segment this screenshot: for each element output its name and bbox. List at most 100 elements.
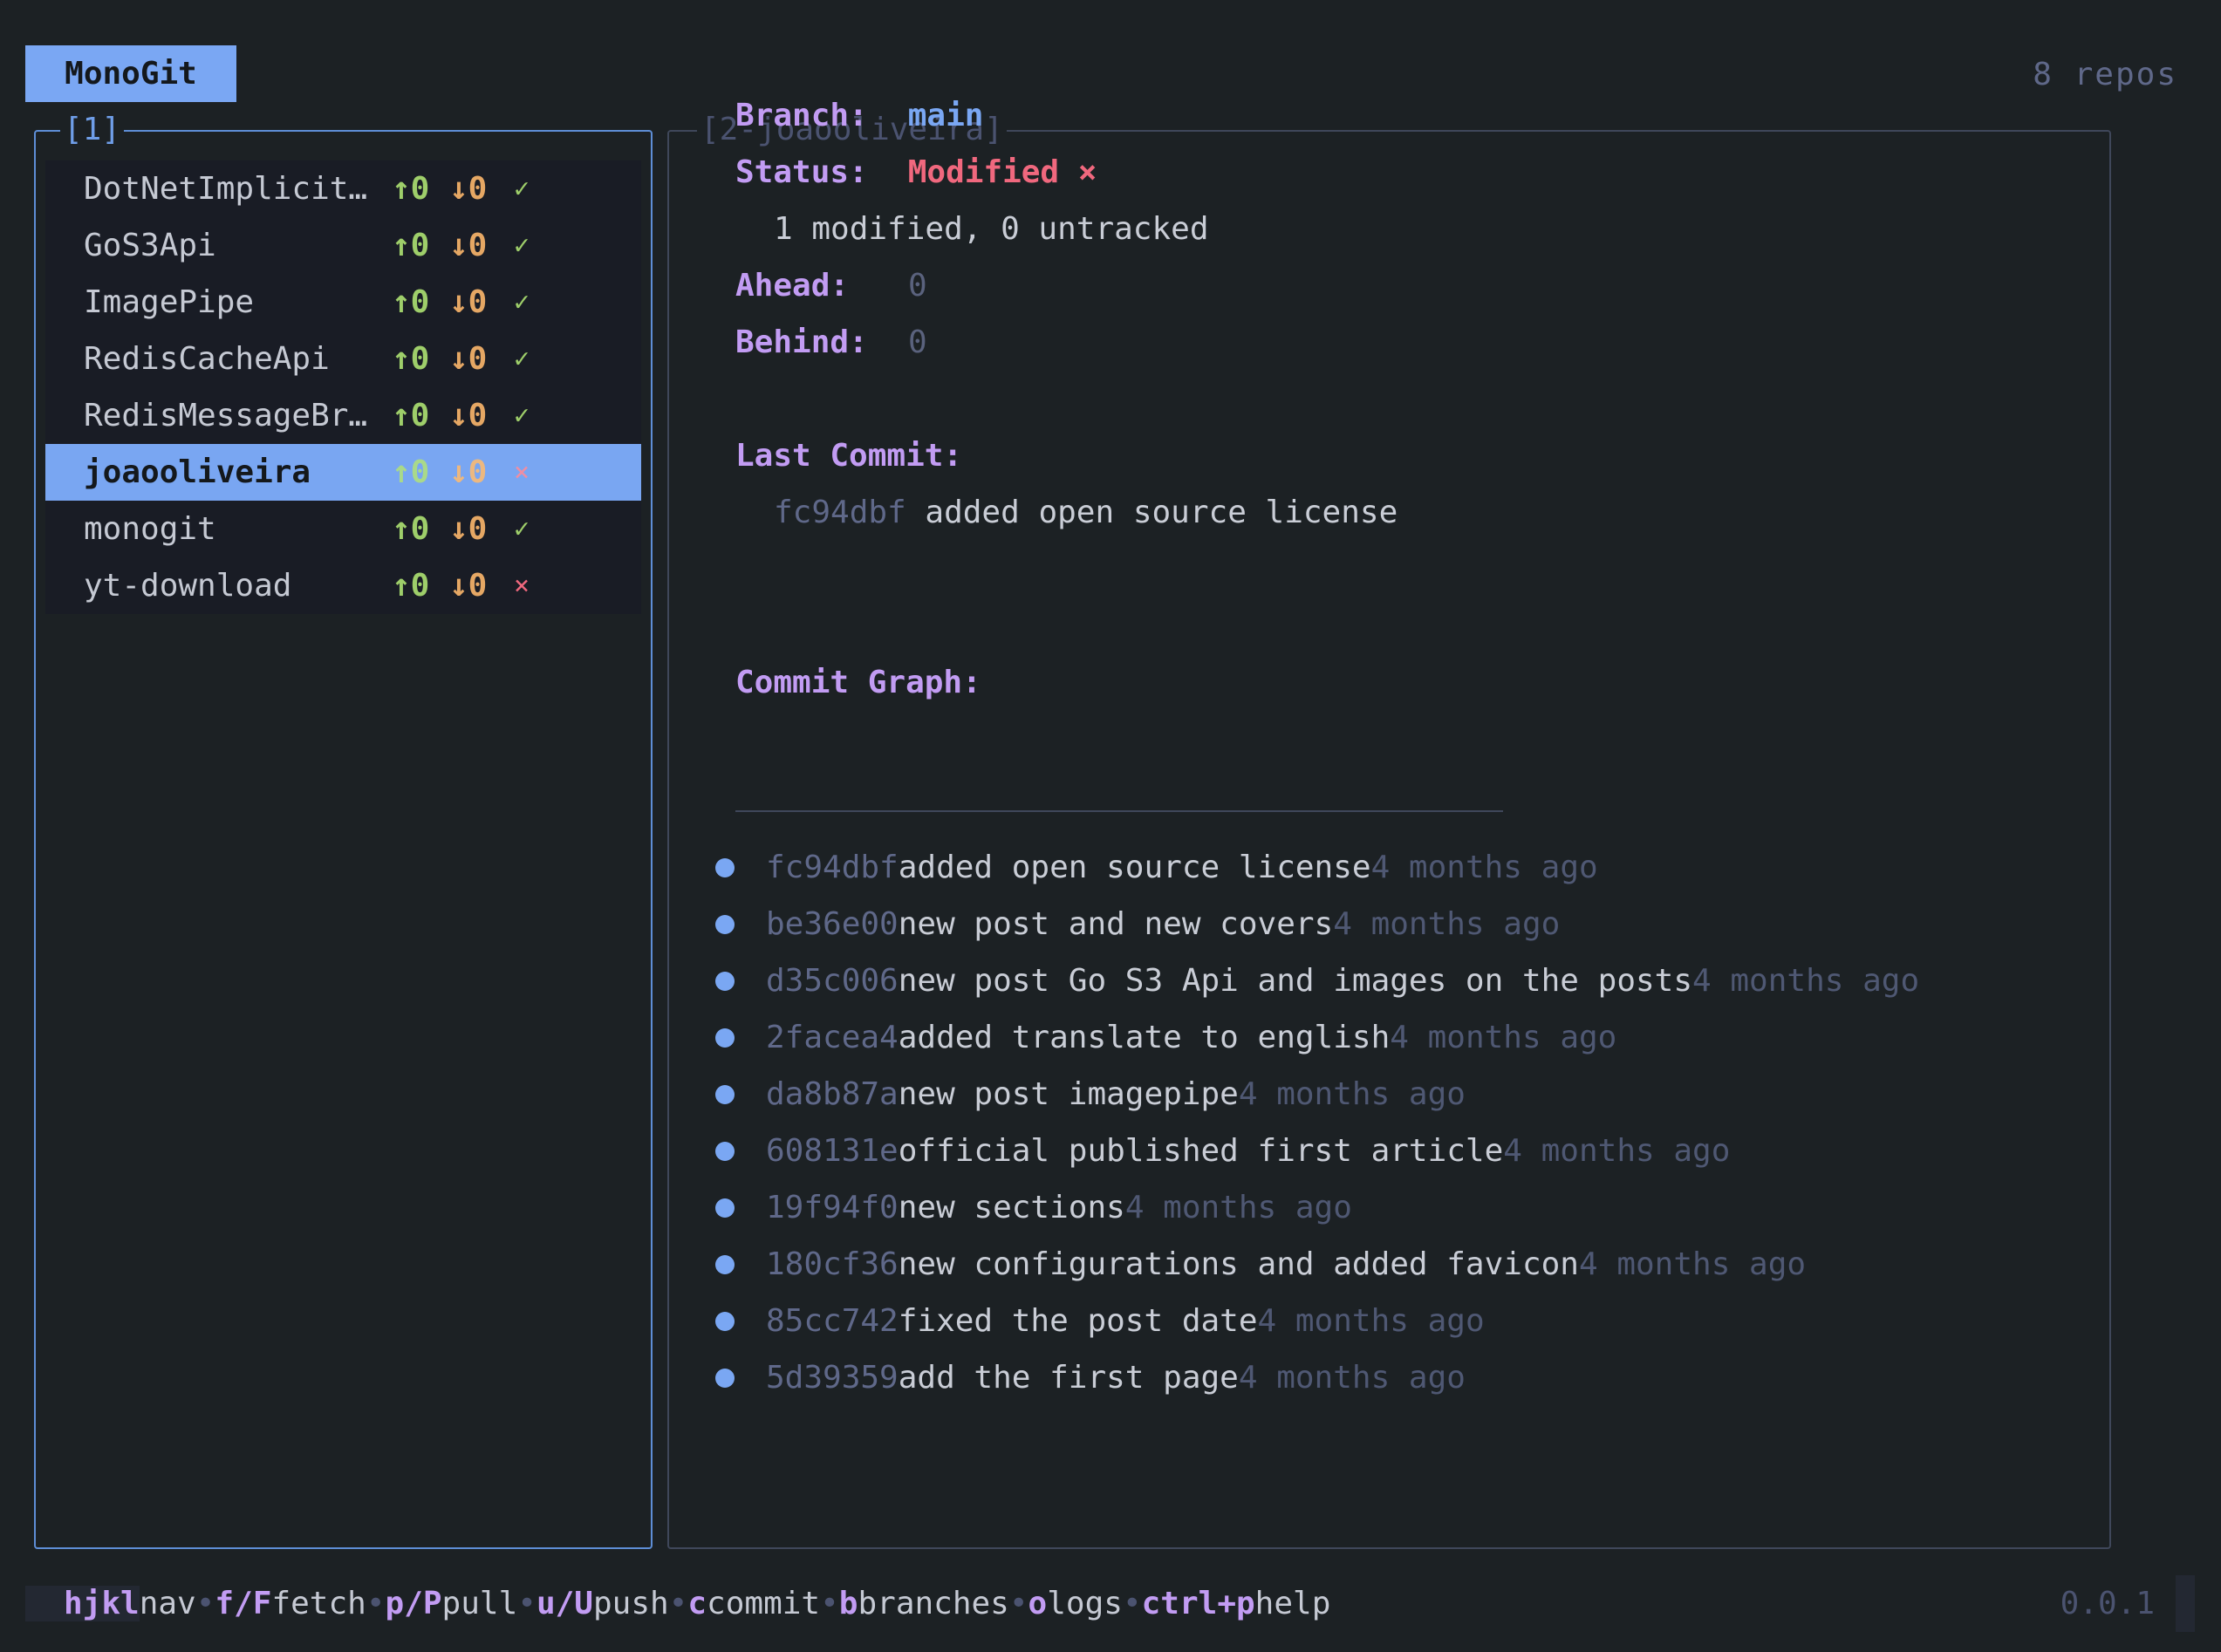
key-separator: • [517,1586,536,1621]
behind-value: 0 [908,324,927,360]
repo-list: DotNetImplicit… ↑0 ↓0 ✓ GoS3Api ↑0 ↓0 ✓ ImagePip… [45,160,641,614]
commit-hash: fc94dbf [766,850,899,885]
keybinding-key: b [838,1586,858,1621]
commit-dot-icon [715,1141,735,1161]
key-separator: • [1122,1586,1142,1621]
keybinding-description: branches [858,1586,1009,1621]
cross-icon: × [514,570,530,601]
repo-name: DotNetImplicit… [84,171,368,207]
commit-hash: da8b87a [766,1076,899,1112]
repo-item[interactable]: DotNetImplicit… ↑0 ↓0 ✓ [45,160,641,217]
commit-message: official published first article [898,1133,1504,1169]
keybinding-description: logs [1047,1586,1123,1621]
key-separator: • [1008,1586,1028,1621]
repo-count: 8 repos [2033,57,2177,92]
commit-message: new configurations and added favicon [898,1246,1579,1282]
check-icon: ✓ [514,344,530,374]
commit-message: new post imagepipe [898,1076,1239,1112]
repo-panel-title: [1] [60,109,125,151]
commit-hash: 608131e [766,1133,899,1169]
commit-dot-icon [715,857,735,877]
behind-label: Behind: [735,324,868,360]
commit-time: 4 months ago [1238,1360,1466,1396]
commit-row[interactable]: 5d39359 add the first page 4 months ago [715,1349,1466,1406]
repo-item[interactable]: GoS3Api ↑0 ↓0 ✓ [45,217,641,274]
commit-dot-icon [715,1254,735,1274]
behind-count: ↓0 [449,568,488,604]
keybinding-key: hjkl [25,1586,140,1621]
repo-item[interactable]: joaooliveira ↑0 ↓0 × [45,444,641,501]
ahead-count: ↑0 [392,171,430,207]
keybinding-key: f/F [215,1586,272,1621]
commit-row[interactable]: 85cc742 fixed the post date 4 months ago [715,1293,1485,1349]
repo-name: yt-download [84,568,292,604]
app-version: 0.0.1 [2060,1586,2155,1621]
behind-row: Behind: 0 [735,314,927,371]
status-detail: 1 modified, 0 untracked [774,211,1209,247]
repo-item[interactable]: RedisCacheApi ↑0 ↓0 ✓ [45,331,641,387]
key-separator: • [820,1586,839,1621]
repo-name: joaooliveira [84,454,311,490]
ahead-label: Ahead: [735,268,850,304]
keybinding-description: pull [441,1586,518,1621]
commit-row[interactable]: 19f94f0 new sections 4 months ago [715,1179,1352,1236]
commit-hash: 2facea4 [766,1020,899,1055]
check-icon: ✓ [514,400,530,431]
check-icon: ✓ [514,230,530,261]
check-icon: ✓ [514,287,530,317]
ahead-count: ↑0 [392,228,430,263]
cross-icon: × [514,457,530,488]
commit-time: 4 months ago [1578,1246,1807,1282]
repo-item[interactable]: RedisMessageBr… ↑0 ↓0 ✓ [45,387,641,444]
ahead-count: ↑0 [392,511,430,547]
commit-row[interactable]: d35c006 new post Go S3 Api and images on… [715,952,1919,1009]
commit-dot-icon [715,1311,735,1331]
commit-message: new post Go S3 Api and images on the pos… [898,963,1693,999]
last-commit: fc94dbf added open source license [774,484,1398,541]
repo-name: monogit [84,511,216,547]
repo-item[interactable]: monogit ↑0 ↓0 ✓ [45,501,641,557]
commit-row[interactable]: 180cf36 new configurations and added fav… [715,1236,1806,1293]
repo-name: ImagePipe [84,284,255,320]
keybinding-description: help [1254,1586,1331,1621]
commit-dot-icon [715,1084,735,1104]
app-title: MonoGit [25,45,236,102]
behind-count: ↓0 [449,341,488,377]
commit-message: add the first page [898,1360,1239,1396]
ahead-count: ↑0 [392,568,430,604]
ahead-count: ↑0 [392,398,430,433]
commit-hash: d35c006 [766,963,899,999]
commit-time: 4 months ago [1124,1190,1352,1225]
commit-row[interactable]: da8b87a new post imagepipe 4 months ago [715,1066,1466,1123]
commit-row[interactable]: 608131e official published first article… [715,1123,1730,1179]
keybinding-key: u/U [536,1586,593,1621]
repo-item[interactable]: ImagePipe ↑0 ↓0 ✓ [45,274,641,331]
footer-edge [2176,1575,2195,1632]
commit-dot-icon [715,914,735,934]
behind-count: ↓0 [449,171,488,207]
commit-time: 4 months ago [1390,1020,1617,1055]
ahead-count: ↑0 [392,341,430,377]
keybinding-description: fetch [271,1586,366,1621]
commit-message: added translate to english [898,1020,1391,1055]
commit-hash: 85cc742 [766,1303,899,1339]
behind-count: ↓0 [449,454,488,490]
branch-label: Branch: [735,98,868,133]
keybinding-description: commit [707,1586,821,1621]
repo-item[interactable]: yt-download ↑0 ↓0 × [45,557,641,614]
ahead-row: Ahead: 0 [735,257,927,314]
commit-dot-icon [715,1368,735,1388]
commit-row[interactable]: be36e00 new post and new covers 4 months… [715,896,1560,952]
ahead-count: ↑0 [392,284,430,320]
status-value: Modified × [907,154,1097,190]
behind-count: ↓0 [449,228,488,263]
commit-time: 4 months ago [1370,850,1598,885]
commit-row[interactable]: fc94dbf added open source license 4 mont… [715,839,1598,896]
commit-graph-divider [735,810,1503,812]
check-icon: ✓ [514,174,530,204]
keybinding-bar: hjkl nav • f/F fetch • p/P pull • u/U pu… [25,1575,1330,1632]
commit-message: new post and new covers [898,906,1334,942]
commit-hash: 5d39359 [766,1360,899,1396]
commit-message: added open source license [898,850,1371,885]
commit-row[interactable]: 2facea4 added translate to english 4 mon… [715,1009,1616,1066]
